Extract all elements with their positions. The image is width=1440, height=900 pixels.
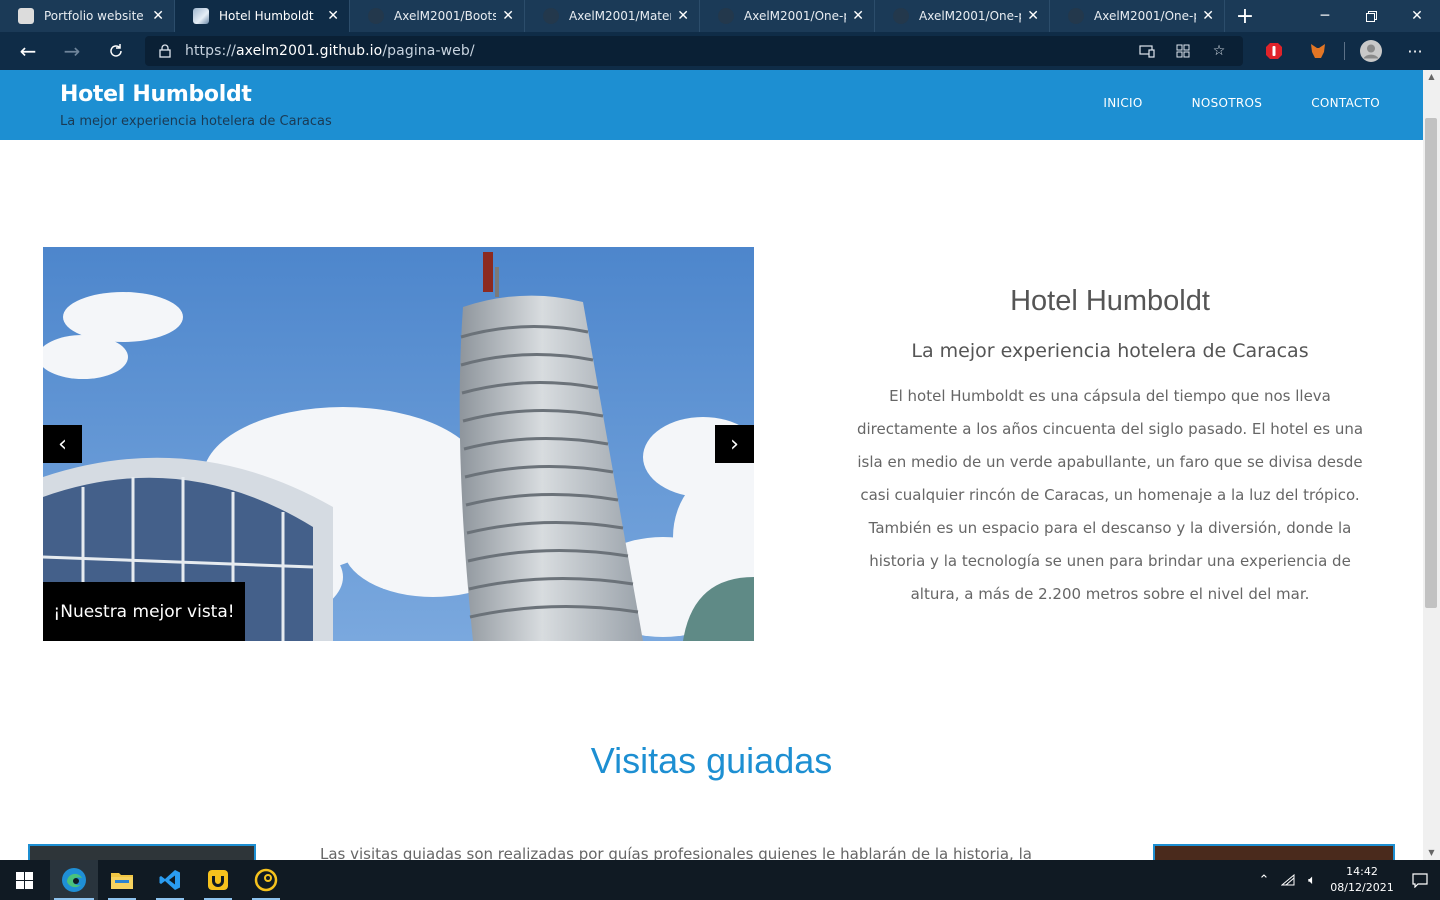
- tab-close-icon[interactable]: ✕: [677, 8, 689, 24]
- tab-close-icon[interactable]: ✕: [502, 8, 514, 24]
- carousel-next-button[interactable]: ›: [715, 425, 754, 463]
- tab-close-icon[interactable]: ✕: [852, 8, 864, 24]
- tab-label: AxelM2001/One-pag: [744, 9, 846, 23]
- clock-time: 14:42: [1346, 865, 1378, 878]
- browser-tab[interactable]: AxelM2001/Material ✕: [525, 0, 700, 32]
- file-explorer-taskbar-icon[interactable]: [98, 860, 146, 900]
- browser-tab[interactable]: AxelM2001/Bootstra ✕: [350, 0, 525, 32]
- edge-taskbar-icon[interactable]: [50, 860, 98, 900]
- github-icon: [368, 8, 384, 24]
- carousel-caption: ¡Nuestra mejor vista!: [43, 582, 245, 641]
- tab-label: AxelM2001/One-pag: [919, 9, 1021, 23]
- windows-logo-icon: [15, 871, 33, 889]
- scroll-down-arrow-icon[interactable]: ▼: [1423, 846, 1440, 860]
- tab-label: AxelM2001/Bootstra: [394, 9, 496, 23]
- tab-close-icon[interactable]: ✕: [152, 8, 164, 24]
- profile-avatar-icon[interactable]: [1349, 32, 1393, 70]
- windows-taskbar: ⌃ 🔈︎ 14:42 08/12/2021: [0, 860, 1440, 900]
- apps-icon[interactable]: [1165, 36, 1201, 66]
- notifications-icon[interactable]: [1400, 860, 1440, 900]
- portfolio-icon: [18, 8, 34, 24]
- close-window-button[interactable]: ✕: [1394, 0, 1440, 32]
- tab-label: Portfolio website: [44, 9, 144, 23]
- browser-tab[interactable]: Portfolio website ✕: [0, 0, 175, 32]
- tour-image-left: [28, 844, 256, 860]
- favorite-star-icon[interactable]: ☆: [1201, 36, 1237, 66]
- refresh-icon: [110, 44, 122, 57]
- network-icon[interactable]: [1276, 860, 1300, 900]
- page-scrollbar[interactable]: ▲ ▼: [1423, 70, 1440, 860]
- scroll-up-arrow-icon[interactable]: ▲: [1423, 70, 1440, 84]
- adblock-extension-icon[interactable]: [1252, 32, 1296, 70]
- site-tagline: La mejor experiencia hotelera de Caracas: [60, 114, 332, 129]
- nav-inicio[interactable]: INICIO: [1103, 96, 1142, 110]
- sticker-app-taskbar-icon[interactable]: [194, 860, 242, 900]
- tab-close-icon[interactable]: ✕: [327, 8, 339, 24]
- taskbar-clock[interactable]: 14:42 08/12/2021: [1324, 864, 1400, 896]
- site-brand[interactable]: Hotel Humboldt: [60, 82, 252, 107]
- github-icon: [543, 8, 559, 24]
- browser-tab[interactable]: Hotel Humboldt ✕: [175, 0, 350, 32]
- nav-contacto[interactable]: CONTACTO: [1311, 96, 1380, 110]
- volume-icon[interactable]: 🔈︎: [1300, 860, 1324, 900]
- web-page: Hotel Humboldt La mejor experiencia hote…: [0, 70, 1423, 860]
- minimize-button[interactable]: ─: [1302, 0, 1348, 32]
- tours-paragraph: Las visitas guiadas son realizadas por g…: [320, 845, 1032, 860]
- more-menu-icon[interactable]: ···: [1393, 32, 1437, 70]
- browser-toolbar: ← → https://axelm2001.github.io/pagina-w…: [0, 32, 1440, 70]
- site-nav: INICIO NOSOTROS CONTACTO: [1103, 96, 1423, 110]
- refresh-button[interactable]: [94, 32, 138, 70]
- clock-date: 08/12/2021: [1330, 881, 1394, 894]
- intro-subtitle: La mejor experiencia hotelera de Caracas: [911, 340, 1309, 362]
- browser-tab[interactable]: AxelM2001/One-pag ✕: [700, 0, 875, 32]
- url-text[interactable]: https://axelm2001.github.io/pagina-web/: [185, 43, 475, 59]
- tab-label: AxelM2001/Material: [569, 9, 671, 23]
- browser-tab[interactable]: AxelM2001/One-pag ✕: [1050, 0, 1225, 32]
- github-icon: [1068, 8, 1084, 24]
- carousel-prev-button[interactable]: ‹: [43, 425, 82, 463]
- lock-icon[interactable]: [145, 44, 185, 58]
- ubuntu-ish-taskbar-icon[interactable]: [242, 860, 290, 900]
- tours-section-title: Visitas guiadas: [590, 740, 833, 781]
- system-tray: ⌃ 🔈︎ 14:42 08/12/2021: [1252, 860, 1440, 900]
- nav-nosotros[interactable]: NOSOTROS: [1192, 96, 1263, 110]
- cast-icon[interactable]: [1129, 36, 1165, 66]
- browser-tab[interactable]: AxelM2001/One-pag ✕: [875, 0, 1050, 32]
- metamask-extension-icon[interactable]: [1296, 32, 1340, 70]
- tab-label: Hotel Humboldt: [219, 9, 314, 23]
- restore-button[interactable]: [1348, 0, 1394, 32]
- github-icon: [893, 8, 909, 24]
- restore-icon: [1365, 10, 1377, 22]
- vscode-taskbar-icon[interactable]: [146, 860, 194, 900]
- scroll-thumb[interactable]: [1425, 118, 1437, 608]
- address-bar[interactable]: https://axelm2001.github.io/pagina-web/ …: [145, 36, 1243, 66]
- tab-label: AxelM2001/One-pag: [1094, 9, 1196, 23]
- tab-strip: Portfolio website ✕ Hotel Humboldt ✕ AxelM20…: [0, 0, 1225, 32]
- intro-section: Hotel Humboldt La mejor experiencia hote…: [856, 285, 1364, 611]
- browser-tab-bar: Portfolio website ✕ Hotel Humboldt ✕ AxelM20…: [0, 0, 1440, 32]
- start-button[interactable]: [0, 860, 48, 900]
- tour-image-right: [1153, 844, 1395, 860]
- tab-close-icon[interactable]: ✕: [1027, 8, 1039, 24]
- show-hidden-icons-chevron-icon[interactable]: ⌃: [1252, 860, 1276, 900]
- intro-paragraph: El hotel Humboldt es una cápsula del tie…: [856, 387, 1364, 603]
- forward-button[interactable]: →: [50, 32, 94, 70]
- site-header: Hotel Humboldt La mejor experiencia hote…: [0, 70, 1423, 140]
- intro-title: Hotel Humboldt: [1010, 285, 1210, 317]
- image-carousel: ‹ › ¡Nuestra mejor vista!: [43, 247, 754, 641]
- back-button[interactable]: ←: [6, 32, 50, 70]
- tab-close-icon[interactable]: ✕: [1202, 8, 1214, 24]
- hotel-favicon: [193, 8, 209, 24]
- new-tab-button[interactable]: +: [1225, 0, 1265, 32]
- window-controls: ─ ✕: [1302, 0, 1440, 32]
- github-icon: [718, 8, 734, 24]
